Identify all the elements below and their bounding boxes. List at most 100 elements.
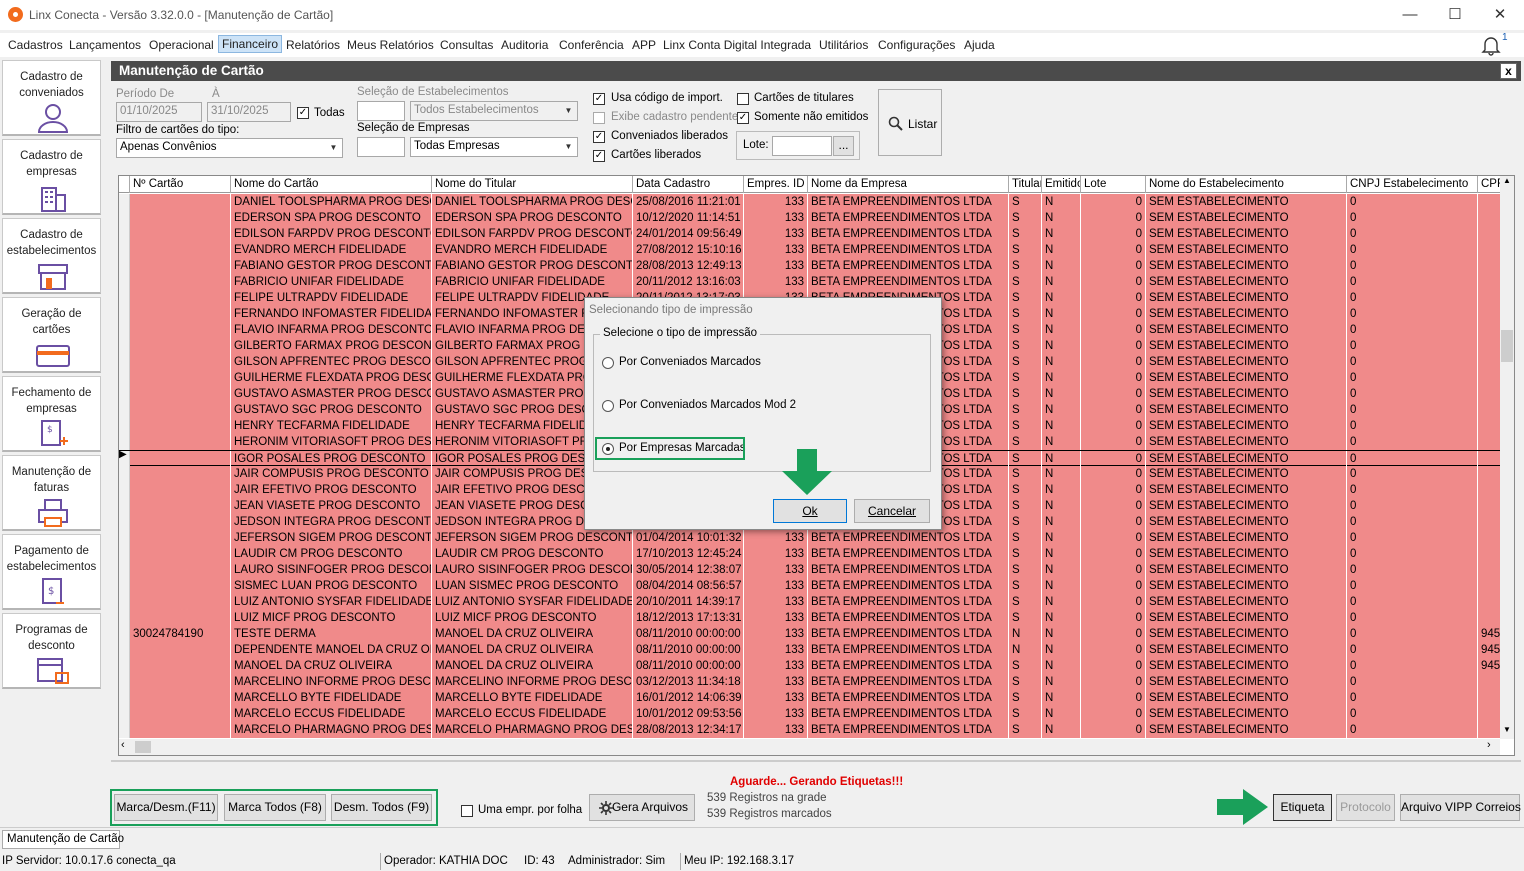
- row-indicator[interactable]: [119, 402, 130, 418]
- column-header[interactable]: Nome da Empresa: [808, 176, 1009, 193]
- row-indicator[interactable]: [119, 562, 130, 578]
- column-header[interactable]: CNPJ Estabelecimento: [1347, 176, 1478, 193]
- horizontal-scroll-thumb[interactable]: [135, 741, 151, 753]
- notification-bell-icon[interactable]: [1480, 34, 1502, 56]
- menu-configuracoes[interactable]: Configurações: [878, 38, 955, 52]
- column-header[interactable]: Titular: [1009, 176, 1042, 193]
- menu-conferencia[interactable]: Conferência: [559, 38, 624, 52]
- row-indicator[interactable]: [119, 482, 130, 498]
- row-indicator[interactable]: [119, 546, 130, 562]
- row-indicator[interactable]: [119, 722, 130, 738]
- cartoes-titulares-checkbox[interactable]: [737, 93, 749, 105]
- horizontal-scrollbar[interactable]: ‹ ›: [119, 739, 1500, 755]
- sidebar-item-cadastro-estabelecimentos[interactable]: Cadastro de estabelecimentos: [2, 218, 101, 294]
- maximize-button[interactable]: ☐: [1432, 0, 1478, 30]
- table-row[interactable]: MARCELO PHARMAGNO PROG DESCONTOMARCELO P…: [119, 722, 1500, 738]
- table-row[interactable]: LAUDIR CM PROG DESCONTO LAUDIR CM PROG DE…: [119, 546, 1500, 562]
- estab-code-field[interactable]: [357, 101, 405, 121]
- menu-lancamentos[interactable]: Lançamentos: [69, 38, 141, 52]
- sidebar-item-geracao-cartoes[interactable]: Geração de cartões: [2, 297, 101, 373]
- todas-checkbox[interactable]: ✓: [297, 107, 309, 119]
- row-indicator[interactable]: [119, 258, 130, 274]
- menu-utilitarios[interactable]: Utilitários: [819, 38, 868, 52]
- desm-todos-button[interactable]: Desm. Todos (F9): [331, 794, 432, 821]
- emp-select[interactable]: Todas Empresas ▼: [410, 137, 578, 157]
- radio-conveniados-marcados[interactable]: [602, 357, 614, 369]
- sidebar-item-pagamento-estabelecimentos[interactable]: Pagamento de estabelecimentos $: [2, 534, 101, 610]
- row-indicator[interactable]: [119, 386, 130, 402]
- scroll-down-icon[interactable]: ▼: [1500, 725, 1514, 739]
- row-indicator[interactable]: [119, 338, 130, 354]
- row-indicator[interactable]: [119, 210, 130, 226]
- scroll-up-icon[interactable]: ▲: [1500, 176, 1514, 190]
- protocolo-button[interactable]: Protocolo: [1336, 794, 1395, 821]
- table-row[interactable]: LAURO SISINFOGER PROG DESCONTO LAURO SISI…: [119, 562, 1500, 578]
- filtro-tipo-select[interactable]: Apenas Convênios ▼: [116, 138, 343, 158]
- etiqueta-button[interactable]: Etiqueta: [1273, 794, 1332, 821]
- table-row[interactable]: LUIZ MICF PROG DESCONTO LUIZ MICF PROG DE…: [119, 610, 1500, 626]
- row-indicator[interactable]: [119, 626, 130, 642]
- table-row[interactable]: EDILSON FARPDV PROG DESCONTO EDILSON FARP…: [119, 226, 1500, 242]
- table-row[interactable]: FABIANO GESTOR PROG DESCONTO FABIANO GEST…: [119, 258, 1500, 274]
- table-row[interactable]: MARCELO ECCUS FIDELIDADE MARCELO ECCUS FI…: [119, 706, 1500, 722]
- row-indicator[interactable]: [119, 642, 130, 658]
- uma-empr-checkbox[interactable]: [461, 805, 473, 817]
- gera-arquivos-button[interactable]: Gera Arquivos: [589, 794, 695, 821]
- table-row[interactable]: DANIEL TOOLSPHARMA PROG DESCONTODANIEL T…: [119, 194, 1500, 210]
- row-indicator[interactable]: [119, 594, 130, 610]
- row-indicator[interactable]: [119, 242, 130, 258]
- cancel-button[interactable]: Cancelar: [854, 499, 930, 523]
- row-indicator[interactable]: [119, 610, 130, 626]
- minimize-button[interactable]: —: [1387, 0, 1433, 30]
- panel-close-button[interactable]: x: [1500, 63, 1517, 79]
- tab-manutencao-cartao[interactable]: Manutenção de Cartão: [2, 830, 124, 849]
- column-header[interactable]: Nome do Titular: [432, 176, 633, 193]
- column-header[interactable]: Nº Cartão: [130, 176, 231, 193]
- estab-select[interactable]: Todos Estabelecimentos ▼: [410, 101, 578, 121]
- sidebar-item-cadastro-empresas[interactable]: Cadastro de empresas: [2, 139, 101, 215]
- row-indicator[interactable]: [119, 274, 130, 290]
- cartoes-liberados-checkbox[interactable]: ✓: [593, 150, 605, 162]
- sidebar-item-cadastro-conveniados[interactable]: Cadastro de conveniados: [2, 60, 101, 136]
- table-row[interactable]: MARCELINO INFORME PROG DESCONTOMARCELINO…: [119, 674, 1500, 690]
- table-row[interactable]: LUIZ ANTONIO SYSFAR FIDELIDADE LUIZ ANTON…: [119, 594, 1500, 610]
- row-indicator[interactable]: [119, 578, 130, 594]
- column-header[interactable]: Nome do Estabelecimento: [1146, 176, 1347, 193]
- menu-ajuda[interactable]: Ajuda: [964, 38, 995, 52]
- row-indicator[interactable]: [119, 290, 130, 306]
- sidebar-item-manutencao-faturas[interactable]: Manutenção de faturas: [2, 455, 101, 531]
- menu-auditoria[interactable]: Auditoria: [501, 38, 548, 52]
- menu-linx-conta-digital[interactable]: Linx Conta Digital Integrada: [663, 38, 811, 52]
- menu-financeiro[interactable]: Financeiro: [218, 35, 283, 53]
- radio-conveniados-marcados-mod2[interactable]: [602, 400, 614, 412]
- column-header[interactable]: Empres. ID: [744, 176, 808, 193]
- table-row[interactable]: DEPENDENTE MANOEL DA CRUZ OLIVEIRAMANOEL…: [119, 642, 1500, 658]
- table-row[interactable]: SISMEC LUAN PROG DESCONTO LUAN SISMEC PRO…: [119, 578, 1500, 594]
- row-indicator[interactable]: [119, 434, 130, 450]
- row-indicator[interactable]: [119, 370, 130, 386]
- menu-cadastros[interactable]: Cadastros: [8, 38, 63, 52]
- ok-button[interactable]: Ok: [773, 499, 847, 523]
- row-indicator[interactable]: [119, 658, 130, 674]
- date-to-field[interactable]: 31/10/2025: [207, 102, 291, 122]
- table-row[interactable]: JEFERSON SIGEM PROG DESCONTO JEFERSON SIG…: [119, 530, 1500, 546]
- exibe-cadastro-checkbox[interactable]: [593, 112, 605, 124]
- row-indicator[interactable]: [119, 306, 130, 322]
- sidebar-item-fechamento-empresas[interactable]: Fechamento de empresas $: [2, 376, 101, 452]
- row-indicator[interactable]: [119, 530, 130, 546]
- table-row[interactable]: MARCELLO BYTE FIDELIDADE MARCELLO BYTE FI…: [119, 690, 1500, 706]
- somente-nao-emitidos-checkbox[interactable]: ✓: [737, 112, 749, 124]
- vertical-scroll-thumb[interactable]: [1501, 330, 1513, 362]
- scroll-left-icon[interactable]: ‹: [121, 739, 125, 751]
- vertical-scrollbar[interactable]: ▲ ▼: [1500, 176, 1514, 739]
- usa-codigo-checkbox[interactable]: ✓: [593, 93, 605, 105]
- arquivo-vipp-button[interactable]: Arquivo VIPP Correios: [1400, 794, 1521, 821]
- row-indicator[interactable]: [119, 498, 130, 514]
- row-indicator[interactable]: [119, 322, 130, 338]
- table-row[interactable]: FABRICIO UNIFAR FIDELIDADE FABRICIO UNIFA…: [119, 274, 1500, 290]
- row-indicator[interactable]: [119, 674, 130, 690]
- column-header[interactable]: Data Cadastro: [633, 176, 744, 193]
- row-indicator[interactable]: [119, 706, 130, 722]
- row-indicator[interactable]: [119, 418, 130, 434]
- table-row[interactable]: MANOEL DA CRUZ OLIVEIRA MANOEL DA CRUZ OL…: [119, 658, 1500, 674]
